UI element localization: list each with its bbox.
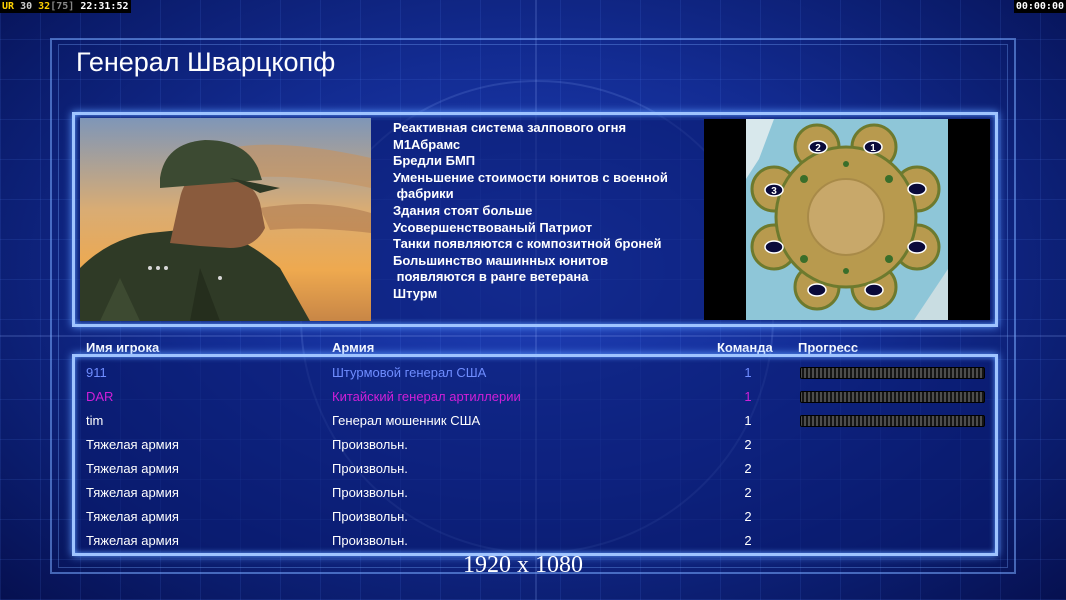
bonus-item: Уменьшение стоимости юнитов с военной [393,169,668,185]
general-bonus-list: Реактивная система залпового огня М1Абра… [393,120,698,303]
player-team: 2 [744,533,752,548]
header-progress: Прогресс [798,340,859,355]
player-name: 911 [86,365,107,380]
player-name: DAR [86,389,114,404]
loading-progress-bar [800,367,985,379]
player-row: DAR Китайский генерал артиллерии 1 [86,385,986,409]
bonus-item: фабрики [393,186,454,202]
fps-tag: UR [2,1,15,12]
player-row: Тяжелая армия Произвольн. 2 [86,505,986,529]
player-row: Тяжелая армия Произвольн. 2 [86,433,986,457]
bonus-item: Усовершенствованый Патриот [393,219,593,235]
player-army: Произвольн. [332,461,408,476]
map-preview: 1 2 3 [704,119,990,320]
player-team: 1 [744,365,752,380]
bonus-item: Танки появляются с композитной броней [393,236,662,252]
player-row: 911 Штурмовой генерал США 1 [86,361,986,385]
loading-progress-bar [800,391,985,403]
player-army: Штурмовой генерал США [332,365,487,380]
header-army: Армия [332,340,375,355]
bonus-item: Большинство машинных юнитов [393,252,609,268]
general-portrait [80,118,371,321]
player-row: Тяжелая армия Произвольн. 2 [86,457,986,481]
player-name: Тяжелая армия [86,509,179,524]
bonus-item: Реактивная система залпового огня [393,120,627,135]
player-row: Тяжелая армия Произвольн. 2 [86,529,986,553]
game-timer: 00:00:00 [1013,0,1066,13]
svg-text:2: 2 [815,143,821,154]
fps-bracket: [75] [50,1,75,12]
bonus-item: М1Абрамс [393,136,461,152]
bonus-item: появляются в ранге ветерана [393,269,589,285]
player-army: Произвольн. [332,485,408,500]
bonus-item: Бредли БМП [393,153,476,169]
player-army: Произвольн. [332,437,408,452]
fps-overlay: UR 30 32[75] 22:31:52 [0,0,131,13]
fps-value: 30 [20,1,33,12]
player-name: Тяжелая армия [86,485,179,500]
player-team: 1 [744,413,752,428]
general-name-title: Генерал Шварцкопф [76,47,336,77]
svg-text:3: 3 [771,186,777,197]
bonus-item: Штурм [393,285,438,301]
player-army: Генерал мошенник США [332,413,481,428]
player-name: Тяжелая армия [86,461,179,476]
player-army: Произвольн. [332,533,408,548]
resolution-overlay: 1920 x 1080 [463,552,583,578]
header-player-name: Имя игрока [86,340,160,355]
svg-text:1: 1 [870,143,876,154]
player-name: Тяжелая армия [86,533,179,548]
system-clock: 22:31:52 [80,1,129,12]
player-team: 2 [744,437,752,452]
player-team: 2 [744,461,752,476]
player-army: Китайский генерал артиллерии [332,389,521,404]
map-start-position-3: 3 [764,183,784,197]
player-army: Произвольн. [332,509,408,524]
map-start-position-2: 2 [808,140,828,154]
loading-progress-bar [800,415,985,427]
player-team: 1 [744,389,752,404]
player-row: Тяжелая армия Произвольн. 2 [86,481,986,505]
header-team: Команда [717,340,773,355]
player-name: Тяжелая армия [86,437,179,452]
player-team: 2 [744,485,752,500]
player-name: tim [86,413,104,428]
player-row: tim Генерал мошенник США 1 [86,409,986,433]
map-start-position-1: 1 [863,140,883,154]
bonus-item: Здания стоят больше [393,202,533,218]
fps-limit: 32 [38,1,51,12]
player-team: 2 [744,509,752,524]
